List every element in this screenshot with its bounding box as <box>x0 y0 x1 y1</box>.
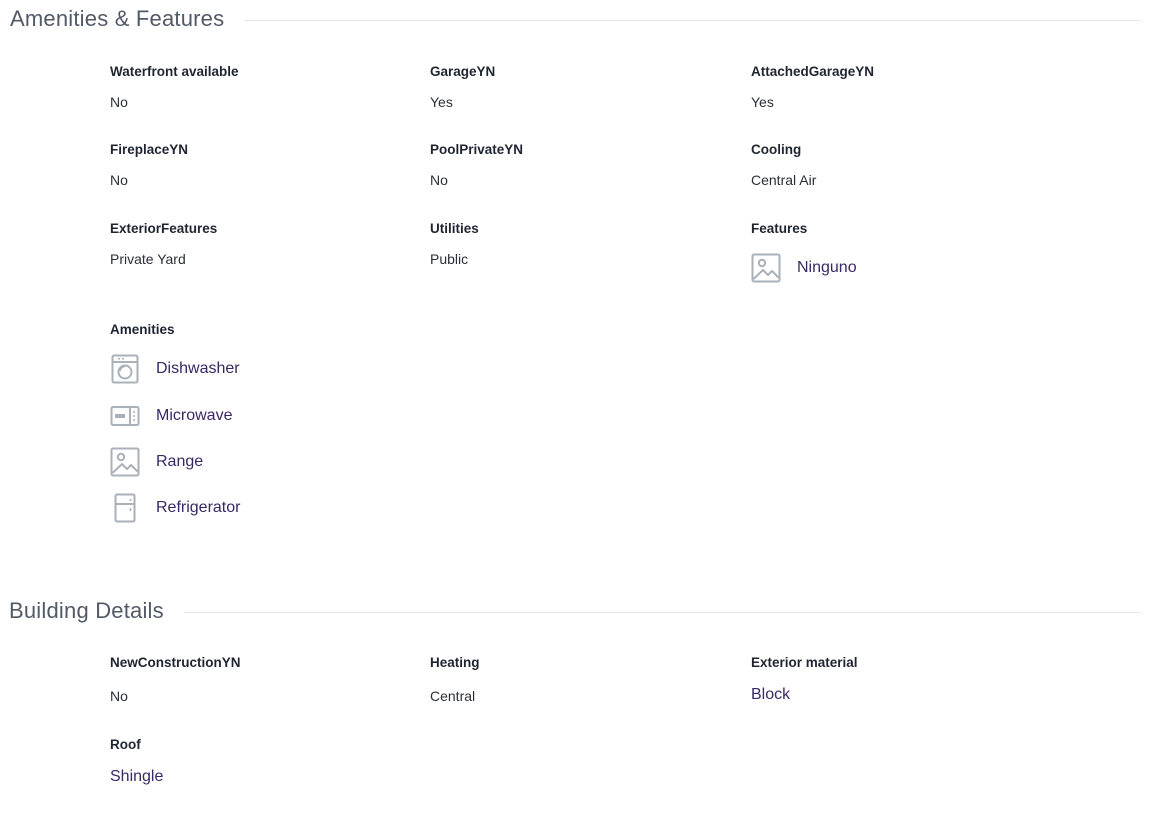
field-waterfront: Waterfront available No <box>110 64 410 110</box>
section-title: Building Details <box>9 598 164 623</box>
image-placeholder-icon <box>751 253 781 283</box>
section-divider <box>183 611 1141 613</box>
field-amenities: Amenities <box>110 322 410 338</box>
field-garage: GarageYN Yes <box>430 64 730 110</box>
refrigerator-icon <box>110 493 140 523</box>
field-value: Central <box>430 688 476 704</box>
field-exterior-material: Exterior material Block <box>751 655 1051 703</box>
field-label: NewConstructionYN <box>110 655 241 670</box>
amenity-text: Refrigerator <box>156 499 241 516</box>
field-value: Yes <box>430 94 453 110</box>
field-value: No <box>430 172 448 188</box>
field-pool-private: PoolPrivateYN No <box>430 142 730 188</box>
microwave-icon <box>110 401 140 431</box>
image-placeholder-icon <box>110 447 140 477</box>
amenity-text: Microwave <box>156 407 233 424</box>
section-divider <box>244 19 1141 21</box>
field-fireplace: FireplaceYN No <box>110 142 410 188</box>
field-value: Yes <box>751 94 774 110</box>
field-label: Waterfront available <box>110 64 239 79</box>
section-header: Amenities & Features <box>10 4 1141 34</box>
field-value: No <box>110 94 128 110</box>
field-value: No <box>110 688 128 704</box>
section-header: Building Details <box>9 596 1141 626</box>
feature-item-ninguno[interactable]: Ninguno <box>751 253 857 283</box>
field-label: Heating <box>430 655 480 670</box>
field-value: No <box>110 172 128 188</box>
section-title: Amenities & Features <box>10 6 225 31</box>
field-label: Roof <box>110 737 141 752</box>
field-label: Features <box>751 221 808 236</box>
dishwasher-icon <box>110 354 140 384</box>
field-heating: Heating Central <box>430 655 730 704</box>
field-new-construction: NewConstructionYN No <box>110 655 410 704</box>
field-attached-garage: AttachedGarageYN Yes <box>751 64 1051 110</box>
field-value: Central Air <box>751 172 817 188</box>
field-label: Amenities <box>110 322 175 337</box>
field-value: Private Yard <box>110 251 186 267</box>
field-cooling: Cooling Central Air <box>751 142 1051 188</box>
field-features: Features <box>751 221 1051 237</box>
amenity-text: Dishwasher <box>156 360 240 377</box>
amenity-text: Range <box>156 453 204 470</box>
amenity-item-refrigerator[interactable]: Refrigerator <box>110 493 240 523</box>
amenity-item-microwave[interactable]: Microwave <box>110 401 232 431</box>
field-label: PoolPrivateYN <box>430 142 524 157</box>
field-label: Cooling <box>751 142 802 157</box>
field-label: ExteriorFeatures <box>110 221 218 236</box>
amenity-item-dishwasher[interactable]: Dishwasher <box>110 354 240 384</box>
field-label: Utilities <box>430 221 479 236</box>
field-label: FireplaceYN <box>110 142 189 157</box>
roof-link[interactable]: Shingle <box>110 769 410 785</box>
field-exterior-features: ExteriorFeatures Private Yard <box>110 221 410 267</box>
field-roof: Roof Shingle <box>110 737 410 785</box>
feature-text: Ninguno <box>797 259 857 276</box>
field-value: Public <box>430 251 469 267</box>
field-label: Exterior material <box>751 655 858 670</box>
field-label: GarageYN <box>430 64 496 79</box>
exterior-material-link[interactable]: Block <box>751 687 1051 703</box>
amenity-item-range[interactable]: Range <box>110 447 203 477</box>
field-label: AttachedGarageYN <box>751 64 875 79</box>
field-utilities: Utilities Public <box>430 221 730 267</box>
